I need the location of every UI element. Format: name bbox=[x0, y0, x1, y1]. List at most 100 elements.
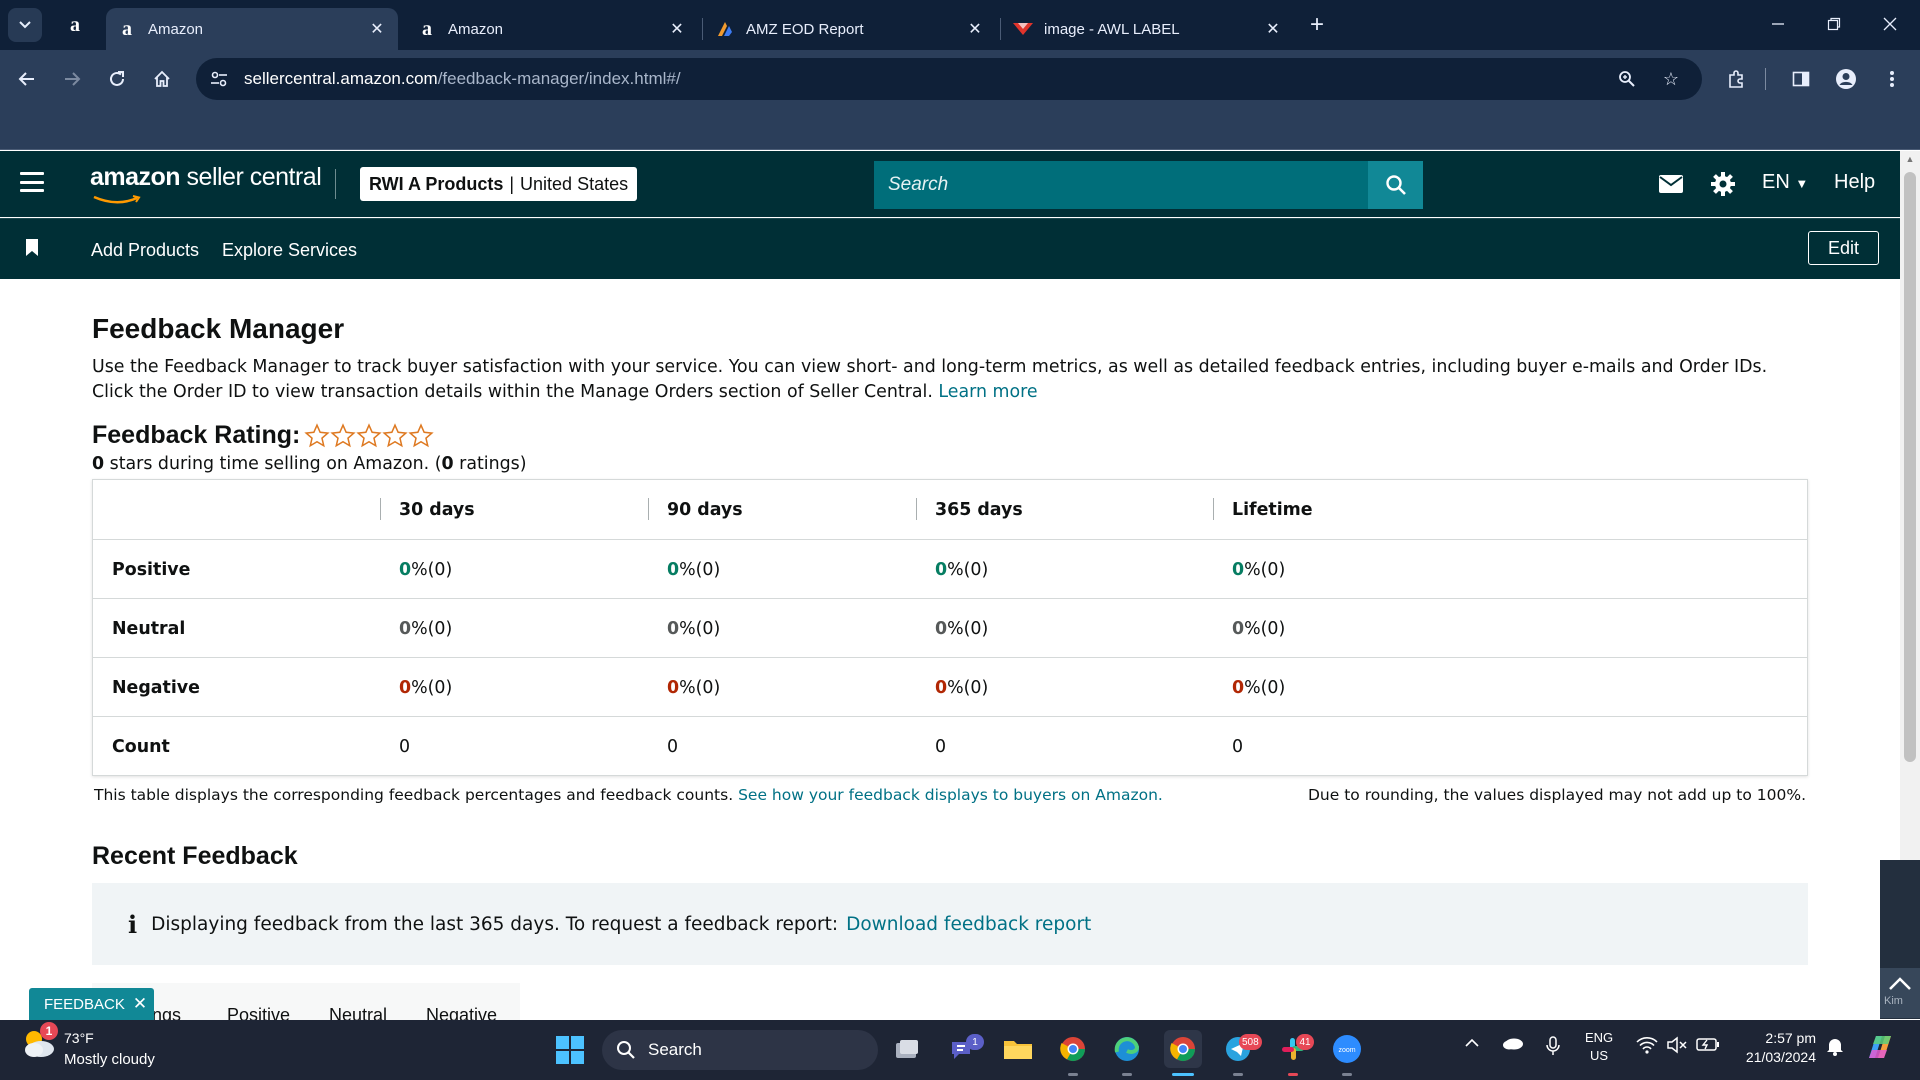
rating-label: Feedback Rating: bbox=[92, 421, 301, 449]
scrollbar-thumb[interactable] bbox=[1904, 172, 1916, 762]
input-language-indicator[interactable]: ENG US bbox=[1585, 1029, 1613, 1065]
system-clock[interactable]: 2:57 pm 21/03/2024 bbox=[1736, 1029, 1816, 1067]
download-feedback-report-link[interactable]: Download feedback report bbox=[846, 914, 1091, 935]
search-field[interactable] bbox=[874, 161, 1368, 209]
taskbar-search[interactable]: Search bbox=[602, 1030, 878, 1070]
tab-amz-eod-report[interactable]: AMZ EOD Report ✕ bbox=[704, 8, 996, 50]
amazon-icon: a bbox=[122, 17, 132, 40]
copilot-icon[interactable] bbox=[1864, 1032, 1896, 1065]
telegram-icon[interactable]: 508 bbox=[1219, 1030, 1262, 1068]
count-cell: 0 bbox=[1232, 736, 1244, 757]
edit-nav-button[interactable]: Edit bbox=[1808, 231, 1879, 265]
nav-add-products[interactable]: Add Products bbox=[91, 240, 199, 261]
scroll-up-arrow-icon[interactable]: ▲ bbox=[1904, 154, 1916, 166]
zoom-icon[interactable]: zoom bbox=[1328, 1030, 1366, 1068]
footnote-text: This table displays the corresponding fe… bbox=[94, 786, 739, 804]
file-explorer-icon[interactable] bbox=[999, 1030, 1037, 1068]
slack-icon[interactable]: 41 bbox=[1274, 1030, 1314, 1068]
table-cell: 0 %(0) bbox=[399, 658, 452, 717]
tray-overflow-chevron-icon[interactable] bbox=[1464, 1036, 1480, 1052]
chrome-active-icon[interactable] bbox=[1164, 1030, 1202, 1068]
row-label: Count bbox=[112, 736, 170, 757]
table-row-neutral: Neutral 0 %(0) 0 %(0) 0 %(0) 0 %(0) bbox=[93, 598, 1807, 657]
kebab-menu-icon[interactable] bbox=[1875, 62, 1909, 96]
chrome-profile-icon[interactable] bbox=[1054, 1030, 1092, 1068]
close-icon[interactable]: ✕ bbox=[964, 18, 986, 40]
gear-icon[interactable] bbox=[1708, 169, 1738, 199]
profile-avatar-icon[interactable] bbox=[1829, 62, 1863, 96]
language-selector[interactable]: EN ▼ bbox=[1762, 171, 1808, 194]
info-icon: i bbox=[128, 909, 138, 939]
close-icon[interactable]: ✕ bbox=[666, 18, 688, 40]
zoom-magnifier-icon[interactable] bbox=[1610, 62, 1644, 96]
close-icon[interactable]: ✕ bbox=[366, 18, 388, 40]
nav-explore-services[interactable]: Explore Services bbox=[222, 240, 357, 261]
close-icon[interactable]: ✕ bbox=[1262, 18, 1284, 40]
header-divider bbox=[335, 169, 336, 199]
learn-more-link[interactable]: Learn more bbox=[938, 382, 1037, 402]
notification-bell-icon[interactable] bbox=[1826, 1036, 1844, 1059]
back-arrow-icon[interactable] bbox=[10, 62, 44, 96]
help-link[interactable]: Help bbox=[1834, 171, 1875, 194]
seller-central-logo[interactable]: amazon seller central bbox=[90, 163, 322, 192]
tab-amazon[interactable]: a Amazon ✕ bbox=[406, 8, 698, 50]
weather-temperature[interactable]: 73°F bbox=[64, 1030, 94, 1046]
row-label: Neutral bbox=[112, 618, 186, 639]
speaker-muted-icon[interactable] bbox=[1666, 1036, 1688, 1057]
info-alert: i Displaying feedback from the last 365 … bbox=[92, 883, 1808, 965]
edge-browser-icon[interactable] bbox=[1108, 1030, 1146, 1068]
restore-icon[interactable] bbox=[1814, 8, 1854, 40]
new-tab-plus-icon[interactable]: + bbox=[1302, 10, 1332, 40]
taskbar-search-label: Search bbox=[648, 1040, 702, 1059]
hamburger-menu-icon[interactable] bbox=[20, 172, 44, 192]
home-icon[interactable] bbox=[145, 62, 179, 96]
side-widget-label: Kim bbox=[1884, 995, 1903, 1007]
negative-percent: 0 bbox=[935, 677, 948, 698]
address-bar[interactable]: sellercentral.amazon.com/feedback-manage… bbox=[196, 58, 1702, 100]
site-info-tune-icon[interactable] bbox=[202, 62, 236, 96]
url-host: sellercentral.amazon.com bbox=[244, 69, 438, 88]
url-text[interactable]: sellercentral.amazon.com/feedback-manage… bbox=[244, 69, 681, 89]
side-panel-icon[interactable] bbox=[1784, 62, 1818, 96]
bookmark-star-icon[interactable]: ☆ bbox=[1654, 62, 1688, 96]
search-input[interactable] bbox=[888, 174, 1368, 196]
wifi-icon[interactable] bbox=[1636, 1036, 1658, 1057]
back-to-top-button[interactable]: Kim bbox=[1880, 968, 1920, 1018]
battery-charging-icon[interactable] bbox=[1696, 1036, 1720, 1055]
tab-amazon-active[interactable]: a Amazon ✕ bbox=[106, 8, 398, 50]
table-cell: 0 %(0) bbox=[667, 658, 720, 717]
task-view-icon[interactable] bbox=[888, 1030, 926, 1068]
teams-chat-icon[interactable]: 1 bbox=[944, 1030, 984, 1068]
feedback-display-link[interactable]: See how your feedback displays to buyers… bbox=[738, 786, 1163, 804]
negative-percent: 0 bbox=[1232, 677, 1245, 698]
mail-icon[interactable] bbox=[1656, 169, 1686, 199]
bookmark-icon[interactable] bbox=[26, 239, 38, 256]
tab-search-button[interactable] bbox=[8, 8, 42, 42]
store-marketplace-picker[interactable]: RWI A Products | United States bbox=[360, 167, 638, 201]
weather-description[interactable]: Mostly cloudy bbox=[64, 1051, 155, 1068]
table-cell: 0 %(0) bbox=[667, 540, 720, 599]
reload-icon[interactable] bbox=[100, 62, 134, 96]
pinned-tab-amazon[interactable]: a bbox=[58, 8, 92, 42]
onedrive-cloud-icon[interactable] bbox=[1502, 1036, 1524, 1053]
window-close-icon[interactable] bbox=[1870, 8, 1910, 40]
windows-start-icon[interactable] bbox=[556, 1036, 584, 1064]
microphone-icon[interactable] bbox=[1546, 1036, 1560, 1059]
lang-line-2: US bbox=[1590, 1048, 1609, 1063]
minimize-icon[interactable] bbox=[1758, 8, 1798, 40]
tab-awl-label[interactable]: image - AWL LABEL ✕ bbox=[1002, 8, 1294, 50]
cell-rest: %(0) bbox=[947, 677, 989, 698]
close-icon[interactable]: ✕ bbox=[133, 994, 147, 1014]
extensions-puzzle-icon[interactable] bbox=[1719, 62, 1753, 96]
feedback-widget-button[interactable]: FEEDBACK ✕ bbox=[29, 988, 154, 1020]
rating-summary: 0 stars during time selling on Amazon. (… bbox=[92, 454, 527, 474]
info-text: Displaying feedback from the last 365 da… bbox=[151, 913, 839, 935]
positive-percent: 0 bbox=[399, 559, 412, 580]
table-cell: 0 %(0) bbox=[935, 540, 988, 599]
search-button[interactable] bbox=[1368, 161, 1423, 209]
rating-text-end: ratings) bbox=[453, 454, 527, 474]
forward-arrow-icon[interactable] bbox=[55, 62, 89, 96]
cell-rest: %(0) bbox=[411, 559, 453, 580]
positive-percent: 0 bbox=[1232, 559, 1245, 580]
count-cell: 0 bbox=[935, 736, 947, 757]
